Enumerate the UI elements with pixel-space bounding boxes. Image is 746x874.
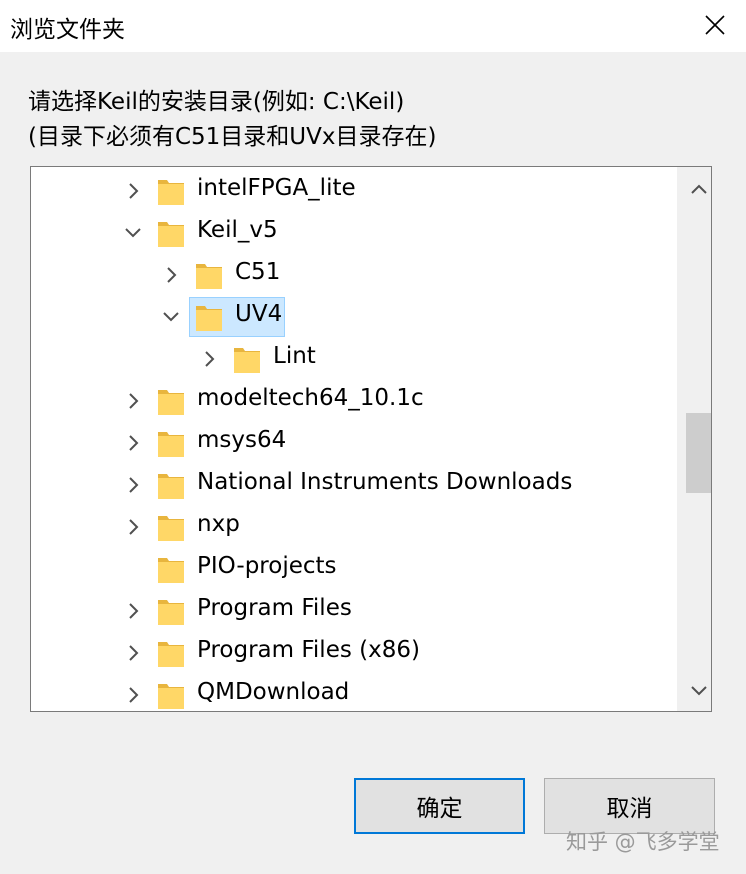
ok-button[interactable]: 确定 [354, 778, 525, 834]
instruction-line-1: 请选择Keil的安装目录(例如: C:\Keil) [28, 89, 405, 115]
chevron-right-icon[interactable] [123, 517, 143, 537]
tree-item-label: C51 [235, 259, 281, 285]
folder-tree[interactable]: intelFPGA_lite Keil_v5 C51 UV4 Lint modeltech… [30, 166, 712, 712]
folder-icon [158, 642, 184, 667]
tree-item-label: msys64 [197, 427, 287, 453]
chevron-right-icon[interactable] [123, 601, 143, 621]
scrollbar-thumb[interactable] [686, 413, 711, 493]
chevron-up-icon [691, 184, 707, 194]
folder-icon [158, 390, 184, 415]
folder-icon [196, 264, 222, 289]
tree-item[interactable]: modeltech64_10.1c [31, 380, 671, 422]
tree-item[interactable]: msys64 [31, 422, 671, 464]
tree-item-label: National Instruments Downloads [197, 469, 573, 495]
folder-icon [196, 306, 222, 331]
scroll-down-button[interactable] [686, 679, 711, 703]
tree-item-label: UV4 [235, 301, 283, 327]
chevron-right-icon[interactable] [123, 391, 143, 411]
tree-item-label: intelFPGA_lite [197, 175, 356, 201]
folder-icon [158, 432, 184, 457]
chevron-down-icon[interactable] [123, 223, 143, 243]
tree-item[interactable]: National Instruments Downloads [31, 464, 671, 506]
chevron-right-icon[interactable] [161, 265, 181, 285]
folder-icon [158, 180, 184, 205]
chevron-right-icon[interactable] [123, 475, 143, 495]
chevron-right-icon[interactable] [123, 181, 143, 201]
tree-item-label: Program Files (x86) [197, 637, 420, 663]
tree-item[interactable]: Lint [31, 338, 671, 380]
window-title: 浏览文件夹 [10, 17, 125, 43]
folder-icon [234, 348, 260, 373]
tree-item-label: nxp [197, 511, 240, 537]
tree-item[interactable]: PIO-projects [31, 548, 671, 590]
chevron-right-icon[interactable] [199, 349, 219, 369]
chevron-right-icon[interactable] [123, 685, 143, 705]
tree-item[interactable]: Keil_v5 [31, 212, 671, 254]
folder-icon [158, 684, 184, 709]
tree-item-label: Lint [273, 343, 316, 369]
close-button[interactable] [698, 8, 732, 42]
folder-icon [158, 516, 184, 541]
tree-item-label: QMDownload [197, 679, 350, 705]
scroll-up-button[interactable] [686, 177, 711, 201]
chevron-down-icon[interactable] [161, 307, 181, 327]
tree-item-label: Keil_v5 [197, 217, 278, 243]
tree-item-label: PIO-projects [197, 553, 337, 579]
tree-item[interactable]: Program Files [31, 590, 671, 632]
tree-item[interactable]: QMDownload [31, 674, 671, 711]
tree-item-label: Program Files [197, 595, 352, 621]
title-bar: 浏览文件夹 [0, 0, 746, 52]
tree-item[interactable]: nxp [31, 506, 671, 548]
close-icon [705, 15, 725, 35]
chevron-down-icon [691, 686, 707, 696]
tree-item[interactable]: intelFPGA_lite [31, 170, 671, 212]
tree-item[interactable]: C51 [31, 254, 671, 296]
tree-item[interactable]: Program Files (x86) [31, 632, 671, 674]
folder-icon [158, 474, 184, 499]
folder-icon [158, 222, 184, 247]
tree-item-label: modeltech64_10.1c [197, 385, 424, 411]
folder-icon [158, 558, 184, 583]
folder-icon [158, 600, 184, 625]
instruction-line-2: (目录下必须有C51目录和UVx目录存在) [28, 124, 437, 150]
chevron-right-icon[interactable] [123, 433, 143, 453]
vertical-scrollbar[interactable] [677, 167, 711, 711]
watermark: 知乎 @飞多学堂 [566, 830, 720, 854]
tree-item[interactable]: UV4 [31, 296, 671, 338]
chevron-right-icon[interactable] [123, 643, 143, 663]
